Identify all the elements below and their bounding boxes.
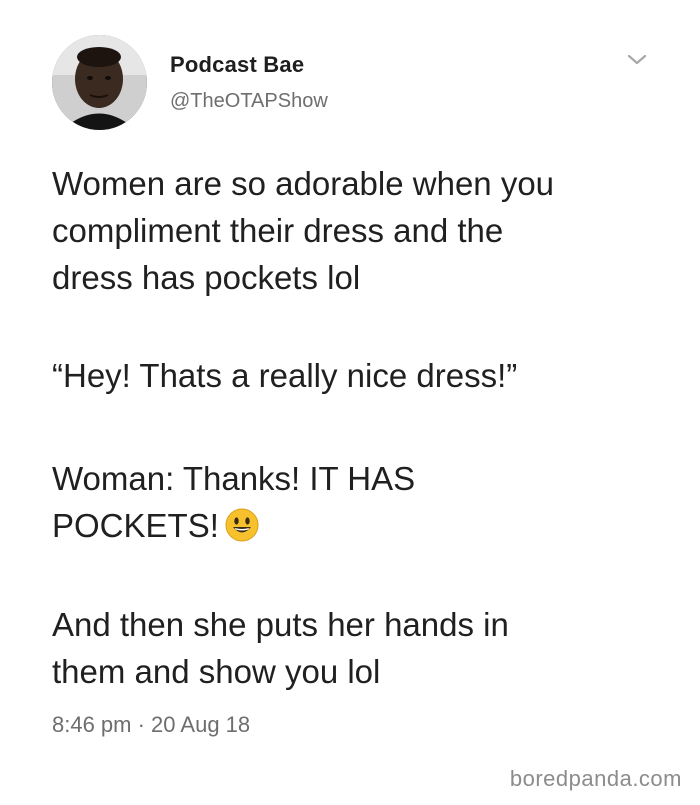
chevron-down-icon[interactable] [626, 52, 648, 68]
user-handle[interactable]: @TheOTAPShow [170, 90, 328, 113]
tweet-paragraph: Woman: Thanks! IT HAS POCKETS! [52, 455, 672, 549]
tweet-paragraph: “Hey! Thats a really nice dress!” [52, 357, 518, 394]
avatar[interactable] [52, 35, 147, 130]
tweet-paragraph: And then she puts her hands in them and … [52, 606, 509, 690]
tweet-timestamp[interactable]: 8:46 pm · 20 Aug 18 [52, 712, 250, 738]
smiling-face-emoji [225, 508, 259, 542]
display-name[interactable]: Podcast Bae [170, 52, 304, 78]
tweet-card: Podcast Bae @TheOTAPShow Women are so ad… [0, 0, 700, 805]
watermark: boredpanda.com [509, 766, 682, 791]
tweet-paragraph: Women are so adorable when you complimen… [52, 165, 555, 296]
